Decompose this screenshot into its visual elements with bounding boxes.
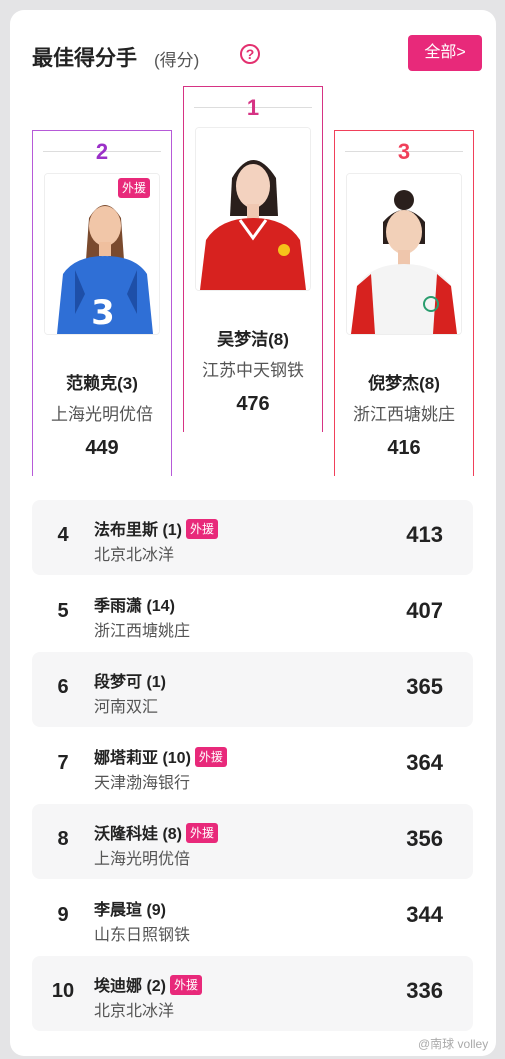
row-rank: 4 xyxy=(57,524,69,546)
podium-rank-2[interactable]: 2 3 外援 范赖克(3) 上海光明优倍 449 xyxy=(32,130,172,476)
podium-player-name: 范赖克(3) xyxy=(66,374,138,393)
svg-text:3: 3 xyxy=(91,293,115,333)
row-score: 356 xyxy=(406,826,443,851)
card-header: 最佳得分手 (得分) ? 全部> xyxy=(32,35,482,80)
row-team-name: 北京北冰洋 xyxy=(94,547,175,564)
row-player-name: 娜塔莉亚 (10) 外援 xyxy=(94,744,227,768)
ranking-row[interactable]: 6 段梦可 (1) 河南双汇 365 xyxy=(32,652,473,727)
row-team-name: 上海光明优倍 xyxy=(94,851,191,868)
ranking-row[interactable]: 9 李晨瑄 (9) 山东日照钢铁 344 xyxy=(32,880,473,955)
podium-team-name: 江苏中天钢铁 xyxy=(202,361,304,380)
row-rank: 9 xyxy=(57,904,69,926)
podium-team-name: 上海光明优倍 xyxy=(51,405,153,424)
podium-score: 476 xyxy=(236,393,270,415)
row-team-name: 山东日照钢铁 xyxy=(94,927,191,944)
podium-rank-1[interactable]: 1 吴梦洁(8) 江苏中天钢铁 476 xyxy=(183,86,323,432)
foreign-player-badge: 外援 xyxy=(118,178,151,198)
podium-rank-number: 3 xyxy=(397,139,411,164)
row-player-name: 埃迪娜 (2) 外援 xyxy=(94,972,203,996)
row-rank: 8 xyxy=(57,828,69,850)
ranking-row[interactable]: 5 季雨潇 (14) 浙江西塘姚庄 407 xyxy=(32,576,473,651)
row-score: 365 xyxy=(406,674,443,699)
row-score: 364 xyxy=(406,750,443,775)
row-rank: 7 xyxy=(57,752,69,774)
foreign-player-badge: 外援 xyxy=(194,747,227,767)
podium-player-name: 吴梦洁(8) xyxy=(217,330,289,349)
row-rank: 10 xyxy=(51,980,75,1002)
row-team-name: 北京北冰洋 xyxy=(94,1003,175,1020)
ranking-row[interactable]: 10 埃迪娜 (2) 外援 北京北冰洋 336 xyxy=(32,956,473,1031)
row-player-name: 季雨潇 (14) xyxy=(94,598,175,615)
row-score: 344 xyxy=(406,902,443,927)
ranking-row[interactable]: 8 沃隆科娃 (8) 外援 上海光明优倍 356 xyxy=(32,804,473,879)
row-score: 407 xyxy=(406,598,443,623)
row-player-name: 李晨瑄 (9) xyxy=(94,902,167,919)
player-photo xyxy=(346,173,462,335)
foreign-player-badge: 外援 xyxy=(186,823,219,843)
row-score: 336 xyxy=(406,978,443,1003)
row-player-name: 法布里斯 (1) 外援 xyxy=(94,516,219,540)
podium-rank-number: 2 xyxy=(95,139,109,164)
scorers-card: 最佳得分手 (得分) ? 全部> 2 3 外援 范赖克(3) 上海光明优倍 44… xyxy=(10,10,496,1056)
row-player-name: 段梦可 (1) xyxy=(94,674,167,691)
row-team-name: 天津渤海银行 xyxy=(94,775,191,792)
podium-score: 449 xyxy=(85,437,119,459)
ranking-row[interactable]: 7 娜塔莉亚 (10) 外援 天津渤海银行 364 xyxy=(32,728,473,803)
watermark-text: @南球 volley xyxy=(418,1037,489,1051)
player-photo xyxy=(195,127,311,291)
row-player-name: 沃隆科娃 (8) 外援 xyxy=(94,820,219,844)
row-team-name: 浙江西塘姚庄 xyxy=(94,623,191,640)
podium-rank-3[interactable]: 3 倪梦杰(8) 浙江西塘姚庄 416 xyxy=(334,130,474,476)
podium-player-name: 倪梦杰(8) xyxy=(368,374,440,393)
player-portrait-icon xyxy=(347,174,461,334)
card-subtitle: (得分) xyxy=(154,51,200,70)
foreign-player-badge: 外援 xyxy=(170,975,203,995)
view-all-button[interactable]: 全部> xyxy=(408,35,482,71)
player-portrait-icon xyxy=(196,128,310,290)
podium-team-name: 浙江西塘姚庄 xyxy=(353,405,455,424)
row-score: 413 xyxy=(406,522,443,547)
row-rank: 5 xyxy=(57,600,69,622)
player-portrait-icon: 3 xyxy=(45,174,159,334)
podium-score: 416 xyxy=(387,437,421,459)
help-icon[interactable]: ? xyxy=(240,44,260,64)
card-title: 最佳得分手 xyxy=(32,47,137,70)
ranking-row[interactable]: 4 法布里斯 (1) 外援 北京北冰洋 413 xyxy=(32,500,473,575)
foreign-player-badge: 外援 xyxy=(186,519,219,539)
podium-rank-number: 1 xyxy=(246,95,260,120)
row-rank: 6 xyxy=(57,676,69,698)
row-team-name: 河南双汇 xyxy=(94,699,159,716)
